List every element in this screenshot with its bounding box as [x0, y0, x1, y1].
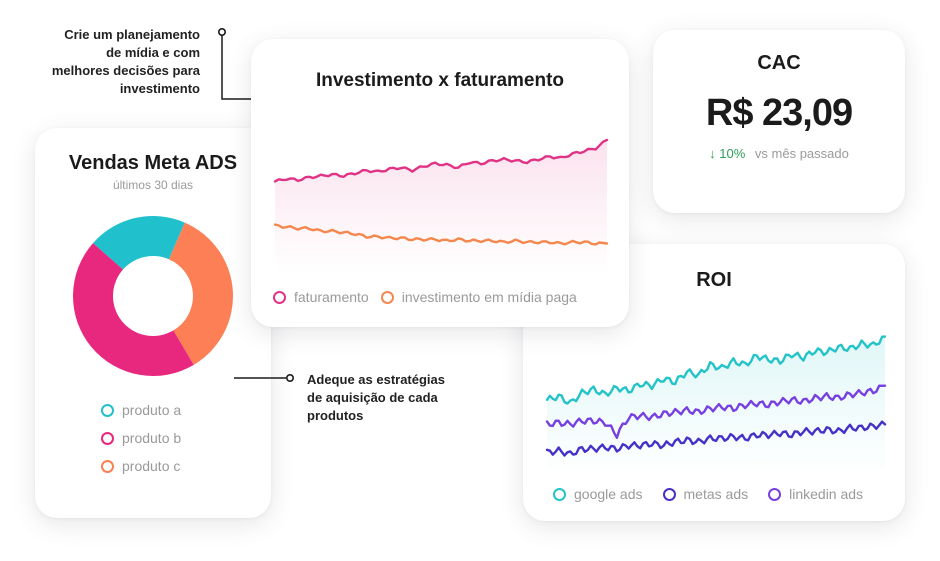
- annotation-line: produtos: [307, 408, 364, 423]
- annotation-line: melhores decisões para: [51, 63, 200, 78]
- annotation-planning: Crie um planejamento de mídia e com melh…: [0, 26, 200, 98]
- legend-marker: [662, 487, 676, 501]
- vendas-card: Vendas Meta ADS últimos 30 dias produto …: [35, 128, 271, 518]
- investimento-legend: faturamento investimento em mídia paga: [273, 289, 577, 305]
- legend-marker: [101, 431, 114, 445]
- legend-item-metas-ads[interactable]: metas ads: [662, 486, 749, 502]
- vendas-title: Vendas Meta ADS: [68, 152, 238, 174]
- cac-change: 10%: [719, 146, 746, 161]
- cac-change-row: ↓ 10% vs mês passado: [653, 146, 905, 161]
- legend-label: produto b: [122, 430, 182, 446]
- vendas-legend: produto a produto b produto c: [101, 402, 181, 474]
- series-area-faturamento: [275, 140, 607, 273]
- legend-item-produto-b[interactable]: produto b: [101, 430, 181, 446]
- legend-label: produto a: [122, 402, 182, 418]
- legend-item-produto-c[interactable]: produto c: [101, 458, 181, 474]
- legend-marker: [768, 487, 782, 501]
- investimento-title: Investimento x faturamento: [315, 70, 565, 91]
- donut-chart: [73, 216, 234, 376]
- annotation-strategies: Adeque as estratégias de aquisição de ca…: [307, 371, 445, 425]
- arrow-down-icon: ↓: [709, 146, 716, 161]
- roi-legend: google ads metas ads linkedin ads: [553, 486, 863, 502]
- cac-title: CAC: [757, 52, 801, 74]
- legend-marker: [273, 290, 286, 304]
- legend-item-linkedin-ads[interactable]: linkedin ads: [768, 486, 863, 502]
- legend-label: investimento em mídia paga: [401, 289, 577, 305]
- legend-marker: [380, 290, 394, 304]
- legend-marker: [553, 487, 566, 501]
- cac-value: R$ 23,09: [705, 92, 853, 134]
- legend-marker: [101, 459, 114, 473]
- legend-label: google ads: [574, 486, 643, 502]
- annotation-line: Crie um planejamento: [64, 27, 200, 42]
- annotation-line: Adeque as estratégias: [307, 372, 446, 387]
- legend-label: faturamento: [294, 289, 369, 305]
- annotation-line: investimento: [119, 81, 200, 96]
- legend-item-google-ads[interactable]: google ads: [553, 486, 643, 502]
- donut-slice-produto-b[interactable]: [73, 243, 194, 376]
- legend-item-produto-a[interactable]: produto a: [101, 402, 181, 418]
- legend-item-faturamento[interactable]: faturamento: [273, 289, 369, 305]
- roi-chart: [545, 335, 887, 476]
- vendas-subtitle: últimos 30 dias: [112, 178, 194, 192]
- annotation-line: de mídia e com: [106, 45, 200, 60]
- cac-card: CAC R$ 23,09 ↓ 10% vs mês passado: [653, 30, 905, 213]
- investimento-chart: [273, 138, 609, 273]
- legend-item-investimento[interactable]: investimento em mídia paga: [380, 289, 577, 305]
- legend-marker: [101, 403, 114, 417]
- annotation-line: de aquisição de cada: [307, 390, 438, 405]
- investimento-card: Investimento x faturamento faturamento i…: [251, 39, 629, 327]
- cac-comparison: vs mês passado: [754, 146, 849, 161]
- legend-label: metas ads: [683, 486, 749, 502]
- annotation-connector-middle: [234, 374, 294, 383]
- legend-label: produto c: [122, 458, 181, 474]
- legend-label: linkedin ads: [789, 486, 864, 502]
